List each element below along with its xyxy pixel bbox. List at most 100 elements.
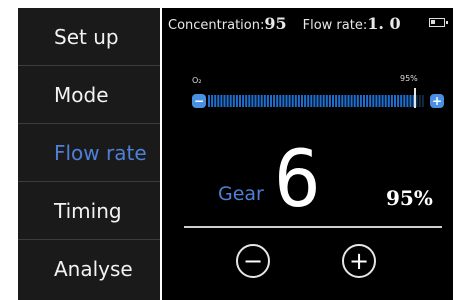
o2-label: O₂ [192, 76, 202, 85]
increase-small-button[interactable]: + [430, 94, 444, 108]
sidebar-menu: Set up Mode Flow rate Timing Analyse [18, 8, 160, 300]
bar-segment [403, 95, 406, 107]
bar-segment [381, 95, 384, 107]
oxygen-percent: 95% [386, 186, 433, 210]
bar-segment [313, 95, 316, 107]
bar-segment [285, 95, 288, 107]
decrease-small-button[interactable]: − [192, 94, 206, 108]
flow-rate-value: 1. 0 [367, 13, 401, 33]
bar-segment [301, 95, 303, 107]
bar-segment [263, 95, 266, 107]
bar-segment [344, 95, 347, 107]
flow-rate-label: Flow rate: [302, 17, 368, 33]
bar-segment [418, 95, 421, 107]
bar-segment [229, 95, 232, 107]
minus-icon: − [193, 94, 205, 108]
bar-segment [400, 95, 403, 107]
bar-segment [260, 95, 263, 107]
menu-item-set-up[interactable]: Set up [18, 8, 160, 65]
menu-item-label: Set up [54, 24, 119, 49]
bar-percent-label: 95% [400, 74, 418, 83]
bar-segment [254, 95, 257, 107]
bar-segment [223, 95, 226, 107]
separator-line [184, 226, 442, 228]
bar-segment [251, 95, 254, 107]
menu-item-label: Timing [54, 198, 122, 223]
oxygen-concentrator-screen: Set up Mode Flow rate Timing Analyse Con… [0, 0, 457, 300]
battery-icon [429, 18, 448, 27]
bar-segment [319, 95, 322, 107]
bar-segment [288, 95, 291, 107]
bar-segment [341, 95, 344, 107]
bar-segment [276, 95, 279, 107]
bar-segment [294, 95, 297, 107]
concentration-value: 95 [264, 13, 287, 33]
bar-segment [266, 95, 269, 107]
bar-segment [421, 95, 424, 107]
bar-marker [414, 88, 416, 108]
bar-segment [307, 95, 310, 107]
concentration-bar [208, 94, 427, 108]
menu-item-mode[interactable]: Mode [18, 66, 160, 123]
bar-segment [350, 95, 353, 107]
bar-segment [310, 95, 313, 107]
decrease-button[interactable]: − [236, 244, 270, 278]
bar-segment [214, 95, 217, 107]
gear-value: 6 [274, 135, 321, 225]
bar-segment [282, 95, 285, 107]
menu-item-timing[interactable]: Timing [18, 182, 160, 239]
bar-segment [325, 95, 328, 107]
bar-segment [375, 95, 378, 107]
bar-segment [304, 95, 307, 107]
bar-segment [291, 95, 294, 107]
menu-item-label: Mode [54, 82, 109, 107]
bar-segment [322, 95, 325, 107]
concentration-label: Concentration: [168, 17, 265, 33]
bar-segment [338, 95, 341, 107]
bar-segment [328, 95, 331, 107]
plus-icon: + [348, 247, 370, 275]
bar-segment [226, 95, 229, 107]
menu-item-label: Flow rate [54, 140, 147, 165]
bar-segment [316, 95, 319, 107]
bar-segment [372, 95, 375, 107]
bar-segment [394, 95, 396, 107]
bar-segment [384, 95, 387, 107]
bar-segment [335, 95, 338, 107]
minus-icon: − [242, 247, 264, 275]
bar-segment [347, 95, 350, 107]
menu-item-analyse[interactable]: Analyse [18, 240, 160, 297]
bar-segment [415, 95, 418, 107]
bar-segment [409, 95, 412, 107]
bar-segment [366, 95, 369, 107]
bar-segment [332, 95, 334, 107]
concentration-readout: Concentration:95 [168, 14, 287, 33]
bar-segment [397, 95, 400, 107]
menu-item-flow-rate[interactable]: Flow rate [18, 124, 160, 181]
bar-segment [270, 95, 272, 107]
bar-segment [239, 95, 241, 107]
bar-segment [217, 95, 220, 107]
bar-segment [257, 95, 260, 107]
status-bar: Concentration:95 Flow rate:1. 0 [162, 8, 453, 38]
bar-segment [297, 95, 300, 107]
bar-segment [208, 95, 210, 107]
bar-segment [273, 95, 276, 107]
bar-segment [378, 95, 381, 107]
gear-label: Gear [218, 183, 264, 205]
increase-button[interactable]: + [342, 244, 376, 278]
bar-segment [211, 95, 214, 107]
bar-segment [232, 95, 235, 107]
plus-icon: + [431, 94, 443, 108]
menu-item-label: Analyse [54, 256, 133, 281]
bar-segment [279, 95, 282, 107]
main-panel: Concentration:95 Flow rate:1. 0 O₂ 95% −… [162, 8, 453, 300]
bar-segment [242, 95, 245, 107]
bar-segment [363, 95, 365, 107]
bar-segment [390, 95, 393, 107]
bar-segment [359, 95, 362, 107]
bar-segment [387, 95, 390, 107]
bar-segment [248, 95, 251, 107]
bar-segment [235, 95, 238, 107]
bar-segment [245, 95, 248, 107]
